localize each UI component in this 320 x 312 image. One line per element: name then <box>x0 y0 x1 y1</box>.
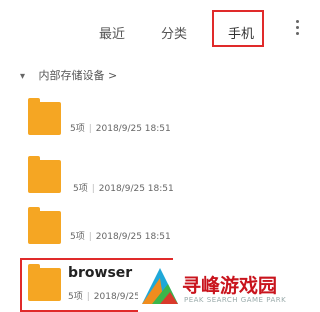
leaf-logo-icon <box>142 268 178 304</box>
tab-category[interactable]: 分类 <box>161 23 187 42</box>
breadcrumb-label: 内部存储设备 <box>38 69 105 82</box>
watermark-subtitle: PEAK SEARCH GAME PARK <box>184 296 287 304</box>
more-options-icon[interactable] <box>296 20 300 38</box>
folder-icon <box>28 207 61 244</box>
folder-meta: 5项 | 2018/9/25 18:51 <box>70 124 171 134</box>
tab-phone-highlight <box>212 10 264 47</box>
chevron-down-icon: ▾ <box>20 71 26 82</box>
folder-meta: 5项 | 2018/9/25 18:51 <box>70 232 171 242</box>
folder-icon <box>28 98 61 135</box>
folder-icon <box>28 156 61 193</box>
watermark-title: 寻峰游戏园 <box>182 275 278 297</box>
breadcrumb[interactable]: ▾ 内部存储设备 > <box>20 67 117 83</box>
tab-recent[interactable]: 最近 <box>99 23 125 42</box>
folder-meta: 5项 | 2018/9/25 18:51 <box>73 184 174 194</box>
chevron-right-icon: > <box>108 69 118 82</box>
